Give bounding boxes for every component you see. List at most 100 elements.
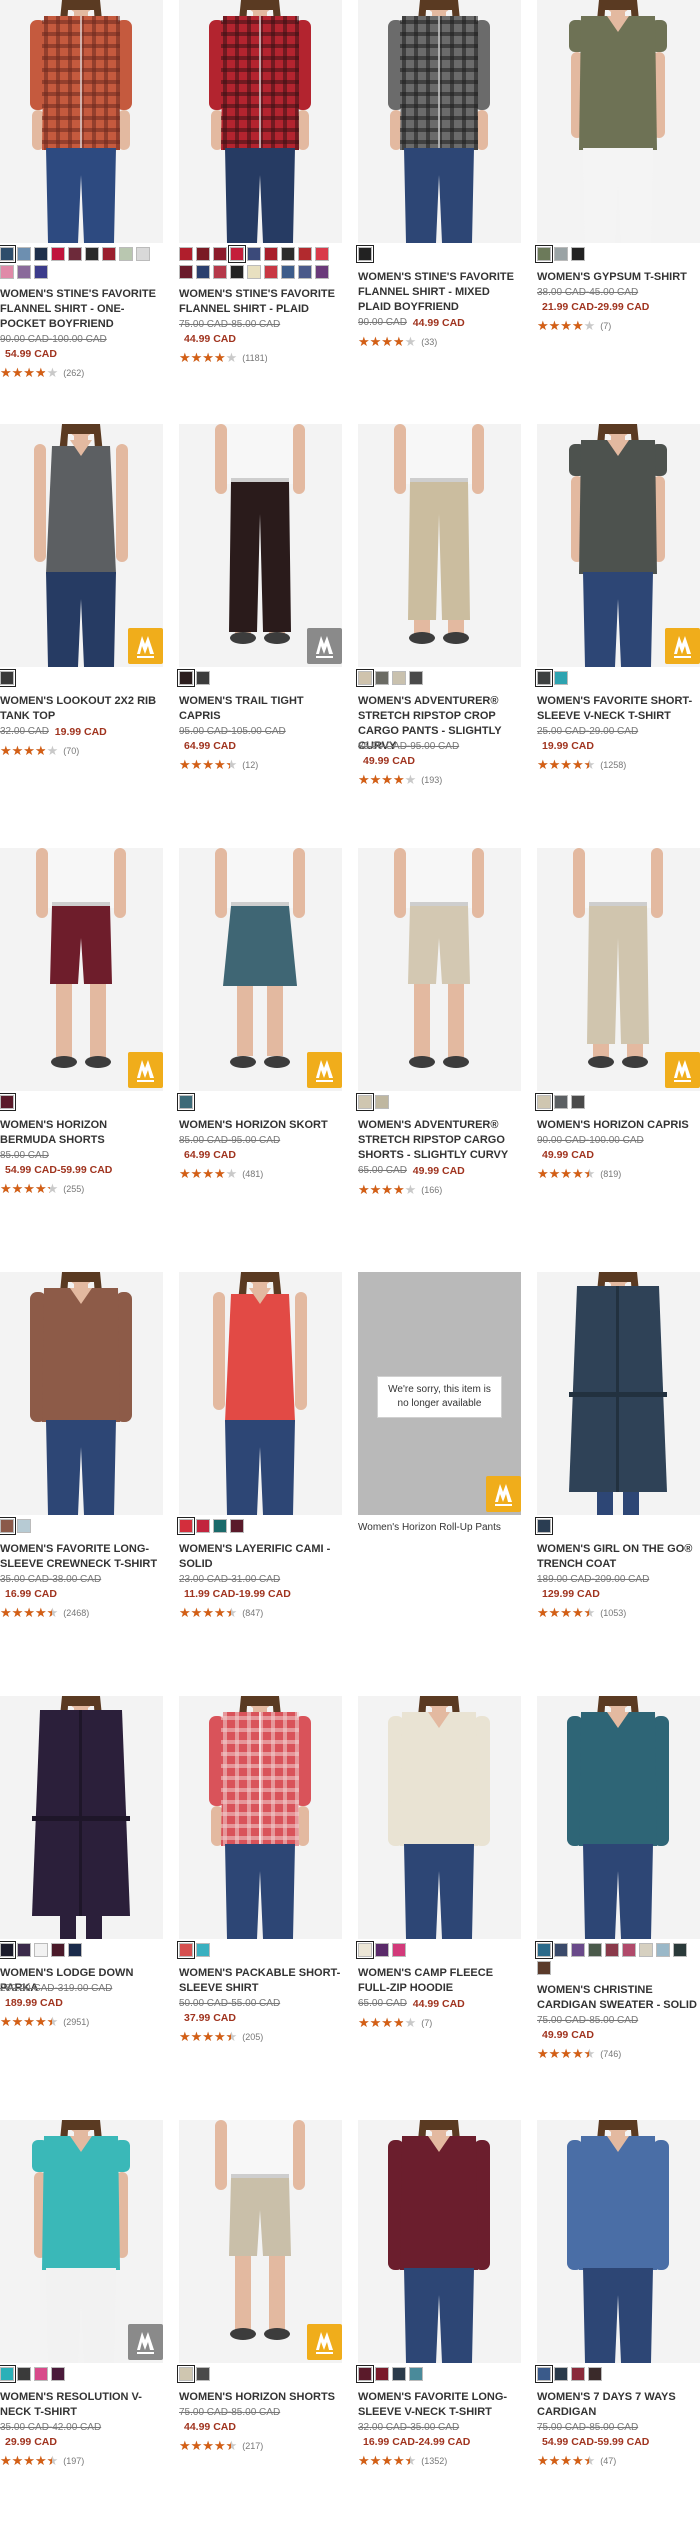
rating[interactable]: ★★★★★ ★★★★★ (847) bbox=[179, 1604, 263, 1619]
color-swatch[interactable] bbox=[196, 265, 210, 279]
product-name[interactable]: WOMEN'S FAVORITE SHORT-SLEEVE V-NECK T-S… bbox=[537, 694, 700, 724]
color-swatch[interactable] bbox=[230, 265, 244, 279]
color-swatch[interactable] bbox=[535, 669, 553, 687]
color-swatch[interactable] bbox=[409, 2367, 423, 2381]
color-swatch[interactable] bbox=[356, 2365, 374, 2383]
product-card[interactable]: WOMEN'S FAVORITE SHORT-SLEEVE V-NECK T-S… bbox=[535, 424, 700, 826]
rating[interactable]: ★★★★★★★★★★ (255) bbox=[0, 1180, 84, 1195]
color-swatch[interactable] bbox=[315, 265, 329, 279]
product-card[interactable]: WOMEN'S STINE'S FAVORITE FLANNEL SHIRT -… bbox=[179, 0, 342, 402]
color-swatch[interactable] bbox=[196, 2367, 210, 2381]
rating[interactable]: ★★★★★ ★★★★★ (1352) bbox=[358, 2452, 447, 2467]
color-swatch[interactable] bbox=[356, 1941, 374, 1959]
product-name[interactable]: WOMEN'S LOOKOUT 2X2 RIB TANK TOP bbox=[0, 694, 163, 724]
rating[interactable]: ★★★★★★★★★★ (166) bbox=[358, 1181, 442, 1196]
rating[interactable]: ★★★★★★★★★★ (7) bbox=[358, 2014, 432, 2029]
product-image[interactable] bbox=[0, 1272, 163, 1515]
product-card[interactable]: WOMEN'S STINE'S FAVORITE FLANNEL SHIRT -… bbox=[0, 0, 163, 402]
product-image[interactable] bbox=[179, 0, 342, 243]
color-swatch[interactable] bbox=[85, 247, 99, 261]
color-swatch[interactable] bbox=[535, 245, 553, 263]
color-swatch[interactable] bbox=[315, 247, 329, 261]
color-swatch[interactable] bbox=[213, 265, 227, 279]
rating[interactable]: ★★★★★★★★★★ (481) bbox=[179, 1165, 263, 1180]
color-swatch[interactable] bbox=[535, 1941, 553, 1959]
product-card[interactable]: WOMEN'S RESOLUTION V-NECK T-SHIRT 35.00 C… bbox=[0, 2120, 163, 2522]
color-swatch[interactable] bbox=[392, 671, 406, 685]
rating[interactable]: ★★★★★★★★★★ (1181) bbox=[179, 349, 268, 364]
product-card[interactable]: WOMEN'S HORIZON CAPRIS 90.00 CAD-100.00 C… bbox=[535, 848, 700, 1250]
color-swatch[interactable] bbox=[356, 669, 374, 687]
product-image[interactable] bbox=[179, 1272, 342, 1515]
color-swatch[interactable] bbox=[0, 245, 16, 263]
color-swatch[interactable] bbox=[622, 1943, 636, 1957]
color-swatch[interactable] bbox=[392, 1943, 406, 1957]
product-name[interactable]: WOMEN'S ADVENTURER® STRETCH RIPSTOP CARG… bbox=[358, 1118, 521, 1163]
product-image-frame[interactable] bbox=[537, 0, 700, 243]
product-name[interactable]: WOMEN'S FAVORITE LONG-SLEEVE V-NECK T-SH… bbox=[358, 2390, 521, 2420]
color-swatch[interactable] bbox=[213, 247, 227, 261]
product-name[interactable]: WOMEN'S LAYERIFIC CAMI - SOLID bbox=[179, 1542, 342, 1572]
product-card[interactable]: WOMEN'S FAVORITE LONG-SLEEVE V-NECK T-SH… bbox=[356, 2120, 521, 2522]
product-name[interactable]: WOMEN'S CAMP FLEECE FULL-ZIP HOODIE bbox=[358, 1966, 521, 1996]
color-swatch[interactable] bbox=[179, 265, 193, 279]
color-swatch[interactable] bbox=[177, 2365, 195, 2383]
color-swatch[interactable] bbox=[196, 671, 210, 685]
product-image[interactable] bbox=[537, 0, 700, 243]
color-swatch[interactable] bbox=[298, 265, 312, 279]
color-swatch[interactable] bbox=[196, 247, 210, 261]
color-swatch[interactable] bbox=[537, 1961, 551, 1975]
product-card[interactable]: WOMEN'S TRAIL TIGHT CAPRIS 95.00 CAD-105.… bbox=[177, 424, 342, 826]
color-swatch[interactable] bbox=[554, 671, 568, 685]
color-swatch[interactable] bbox=[230, 1519, 244, 1533]
color-swatch[interactable] bbox=[588, 2367, 602, 2381]
color-swatch[interactable] bbox=[0, 265, 14, 279]
color-swatch[interactable] bbox=[17, 1519, 31, 1533]
product-name[interactable]: WOMEN'S HORIZON SHORTS bbox=[179, 2390, 342, 2405]
color-swatch[interactable] bbox=[375, 2367, 389, 2381]
color-swatch[interactable] bbox=[34, 265, 48, 279]
product-image[interactable] bbox=[179, 1696, 342, 1939]
color-swatch[interactable] bbox=[356, 1093, 374, 1111]
product-name[interactable]: WOMEN'S 7 DAYS 7 WAYS CARDIGAN bbox=[537, 2390, 700, 2420]
color-swatch[interactable] bbox=[264, 247, 278, 261]
product-card[interactable]: WOMEN'S LODGE DOWN PARKA 289.00 CAD-319.0… bbox=[0, 1696, 163, 2098]
product-image-frame[interactable] bbox=[537, 2120, 700, 2363]
product-name[interactable]: WOMEN'S HORIZON BERMUDA SHORTS bbox=[0, 1118, 163, 1148]
color-swatch[interactable] bbox=[177, 1517, 195, 1535]
rating[interactable]: ★★★★★ ★★★★★ (819) bbox=[537, 1165, 621, 1180]
color-swatch[interactable] bbox=[51, 1943, 65, 1957]
product-name[interactable]: WOMEN'S CHRISTINE CARDIGAN SWEATER - SOL… bbox=[537, 1983, 700, 2013]
product-card[interactable]: WOMEN'S HORIZON BERMUDA SHORTS 85.00 CAD 5… bbox=[0, 848, 163, 1250]
color-swatch[interactable] bbox=[34, 2367, 48, 2381]
color-swatch[interactable] bbox=[196, 1943, 210, 1957]
color-swatch[interactable] bbox=[588, 1943, 602, 1957]
product-image-frame[interactable] bbox=[537, 1272, 700, 1515]
color-swatch[interactable] bbox=[571, 1095, 585, 1109]
rating[interactable]: ★★★★★ ★★★★★ (1053) bbox=[537, 1604, 626, 1619]
product-card[interactable]: WOMEN'S PACKABLE SHORT-SLEEVE SHIRT 50.00… bbox=[177, 1696, 342, 2098]
product-image[interactable] bbox=[537, 1696, 700, 1939]
color-swatch[interactable] bbox=[34, 1943, 48, 1957]
product-image-frame[interactable] bbox=[0, 0, 163, 243]
product-image-frame[interactable] bbox=[358, 848, 521, 1091]
rating[interactable]: ★★★★★★★★★★ (7) bbox=[537, 317, 611, 332]
product-card[interactable]: WOMEN'S CHRISTINE CARDIGAN SWEATER - SOL… bbox=[535, 1696, 700, 2098]
product-image-frame[interactable] bbox=[358, 0, 521, 243]
rating[interactable]: ★★★★★★★★★★ (12) bbox=[179, 756, 258, 771]
color-swatch[interactable] bbox=[228, 245, 246, 263]
color-swatch[interactable] bbox=[571, 247, 585, 261]
rating[interactable]: ★★★★★★★★★★ (193) bbox=[358, 771, 442, 786]
color-swatch[interactable] bbox=[0, 1517, 16, 1535]
color-swatch[interactable] bbox=[247, 265, 261, 279]
color-swatch[interactable] bbox=[177, 669, 195, 687]
product-card[interactable]: WOMEN'S ADVENTURER® STRETCH RIPSTOP CROP… bbox=[356, 424, 521, 826]
color-swatch[interactable] bbox=[375, 1095, 389, 1109]
color-swatch[interactable] bbox=[213, 1519, 227, 1533]
color-swatch[interactable] bbox=[554, 1095, 568, 1109]
rating[interactable]: ★★★★★ ★★★★★ (2468) bbox=[0, 1604, 89, 1619]
product-image[interactable] bbox=[358, 1696, 521, 1939]
color-swatch[interactable] bbox=[656, 1943, 670, 1957]
product-card[interactable]: WOMEN'S 7 DAYS 7 WAYS CARDIGAN 75.00 CAD-… bbox=[535, 2120, 700, 2522]
product-name[interactable]: WOMEN'S PACKABLE SHORT-SLEEVE SHIRT bbox=[179, 1966, 342, 1996]
